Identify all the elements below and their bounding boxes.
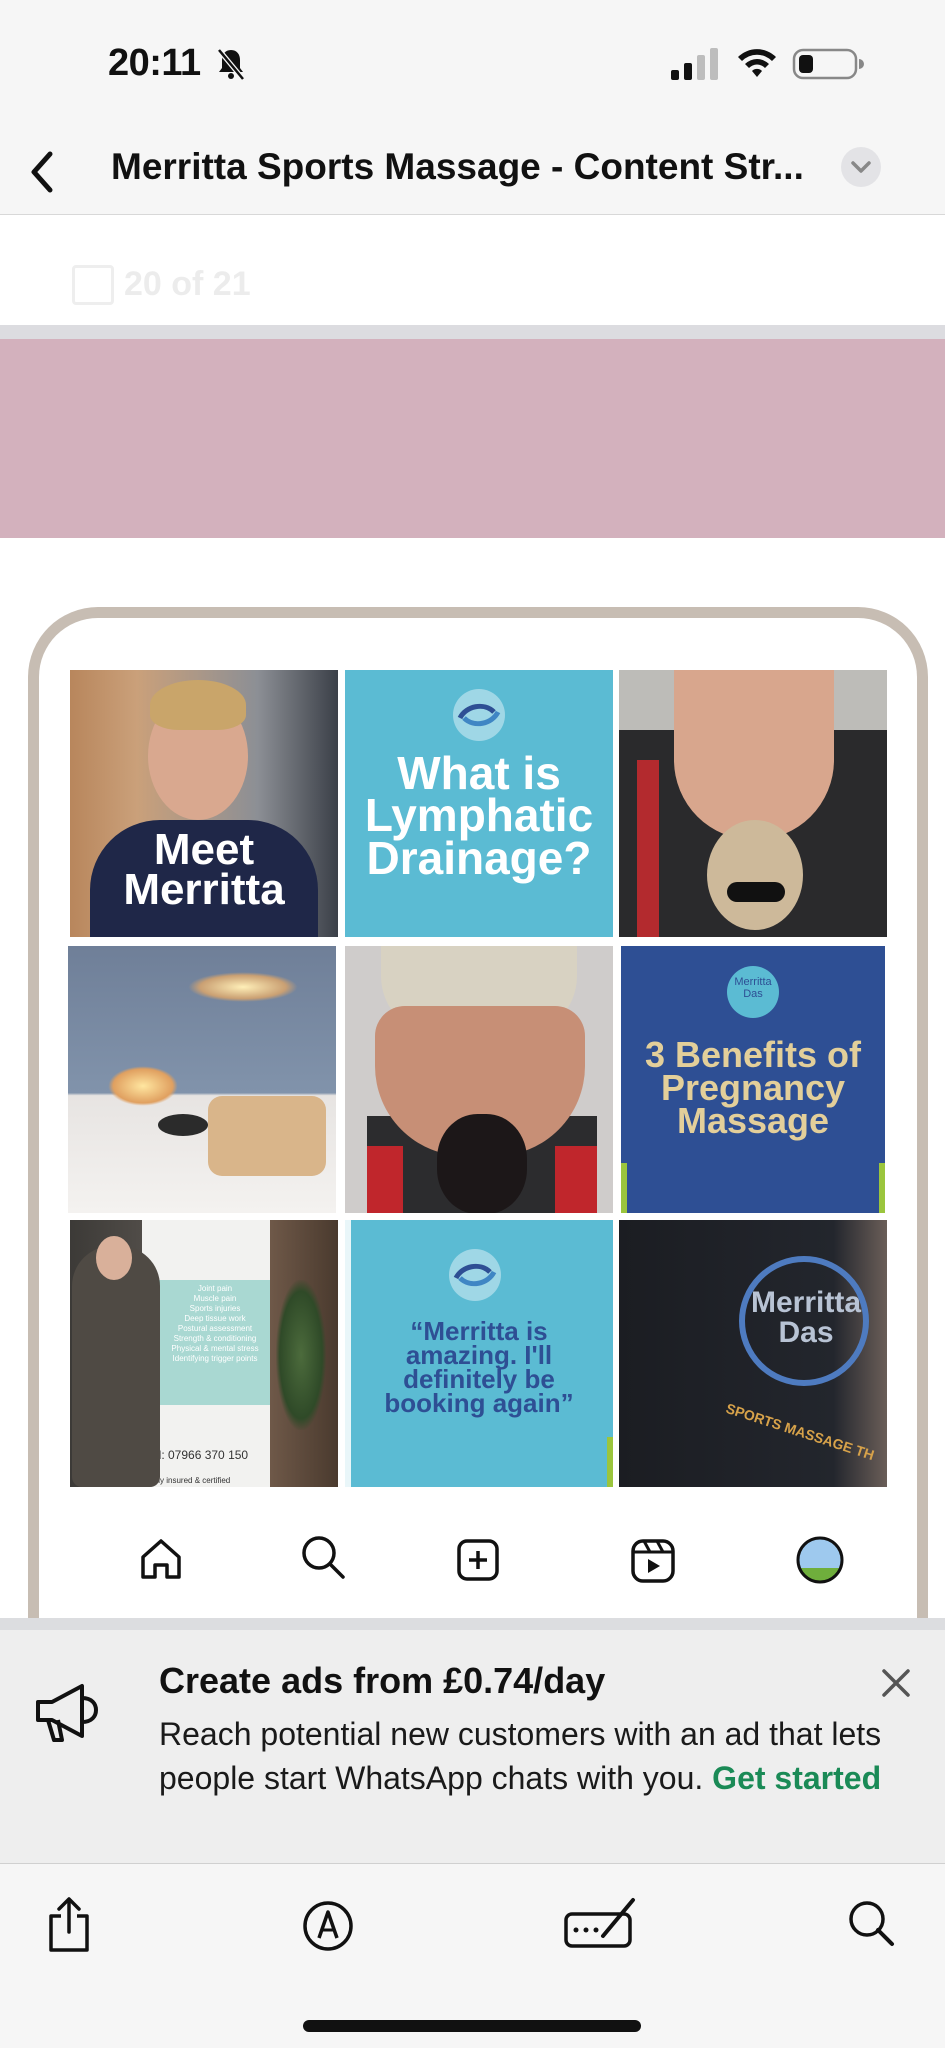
green-corner-right [879,1163,885,1213]
tile6-line3: Massage [676,1100,830,1142]
document-header: Merritta Sports Massage - Content Str... [0,130,945,215]
grid-tile-pregnancy-benefits[interactable]: Merritta Das 3 Benefits of Pregnancy Mas… [621,946,885,1213]
grid-tile-lymphatic[interactable]: What is Lymphatic Drainage? [345,670,613,937]
signal-icon [671,48,718,80]
poster-line: Sports injuries [189,1304,241,1313]
tile8-line4: booking again” [384,1387,574,1418]
person-figure [72,1246,160,1487]
hair-bun [707,820,803,930]
reels-icon[interactable] [630,1538,676,1584]
keyboard-pen-icon[interactable] [563,1894,637,1950]
chevron-down-icon[interactable] [840,146,882,188]
pink-banner [0,339,945,538]
person-hair [150,680,246,730]
poster-phone: el: 07966 370 150 [152,1448,249,1462]
table-red-left [367,1146,403,1213]
logo-line2: Das [743,988,763,1000]
tile1-line1: Meet [153,825,255,874]
candle-glow-2 [188,972,298,1002]
shirt-arc-text: SPORTS MASSAGE TH [724,1400,877,1464]
grid-tile-back-photo[interactable] [619,670,887,937]
bottom-toolbar [0,1864,945,2048]
bell-slash-icon [217,48,245,81]
poster-line: Strength & conditioning [173,1334,257,1343]
ad-body: Reach potential new customers with an ad… [159,1712,899,1800]
markup-icon[interactable] [302,1900,354,1952]
grid-tile-treatment-photo[interactable] [345,946,613,1213]
share-icon[interactable] [45,1896,93,1954]
scrunchie [727,882,785,902]
status-time: 20:11 [108,42,201,84]
ad-title: Create ads from £0.74/day [159,1660,606,1701]
poster-line: Postural assessment [177,1324,253,1333]
poster-lines: Joint pain Muscle pain Sports injuries D… [160,1284,270,1364]
close-icon[interactable] [878,1665,914,1701]
candle-glow [108,1066,178,1106]
ad-banner[interactable]: Create ads from £0.74/day Reach potentia… [0,1630,945,1864]
tile6-text: 3 Benefits of Pregnancy Massage [621,1036,885,1142]
tile2-line2: Lymphatic [364,789,594,842]
grid-tile-poster-photo[interactable]: Joint pain Muscle pain Sports injuries D… [70,1220,338,1487]
back-icon[interactable] [22,140,62,204]
brand-logo-icon [449,1249,501,1301]
plant [276,1280,326,1430]
shirt-logo-line2: Das [778,1316,834,1349]
stones [158,1114,208,1136]
home-indicator[interactable] [303,2020,641,2032]
shirt-logo-text: Merritta Das [747,1288,865,1348]
tile2-line3: Drainage? [366,831,592,884]
table-red-edge [637,760,659,937]
poster-line: Physical & mental stress [171,1344,259,1353]
tile1-text: Meet Merritta [70,825,338,915]
page-counter: 20 of 21 [124,265,251,303]
find-icon[interactable] [846,1898,896,1948]
green-corner [621,1163,627,1213]
wifi-icon [738,49,776,77]
poster-line: Deep tissue work [184,1314,246,1323]
status-bar: 20:11 [0,0,945,130]
brand-logo-icon: Merritta Das [727,966,779,1018]
search-icon[interactable] [298,1532,348,1582]
green-corner [607,1437,613,1487]
back-skin [674,670,834,840]
profile-avatar-icon[interactable] [795,1535,845,1585]
grid-tile-spa-room[interactable] [68,946,336,1213]
poster-footer: ully insured & certified [152,1476,231,1485]
poster-line: Joint pain [197,1284,233,1293]
home-icon[interactable] [137,1535,185,1583]
dark-hair [437,1114,527,1213]
megaphone-icon [36,1684,99,1742]
shirt-logo-line1: Merritta [750,1286,862,1319]
page-indicator: 20 of 21 [0,215,945,327]
grid-tile-testimonial[interactable]: “Merritta is amazing. I'll definitely be… [345,1220,613,1487]
get-started-link[interactable]: Get started [712,1760,881,1796]
towel-rolls [208,1096,326,1176]
logo-line1: Merritta [734,976,772,988]
ad-separator [0,1618,945,1630]
grid-tile-meet-merritta[interactable]: Meet Merritta [70,670,338,937]
tile1-line2: Merritta [123,865,285,915]
add-post-icon[interactable] [456,1538,500,1582]
battery-icon [792,48,864,80]
document-title[interactable]: Merritta Sports Massage - Content Str... [111,146,804,188]
grid-tile-branded-shirt[interactable]: Merritta Das SPORTS MASSAGE TH [619,1220,887,1487]
tile2-line1: What is [397,747,561,799]
poster-line: Muscle pain [193,1294,237,1303]
brand-logo-icon [453,689,505,741]
person-face [96,1236,132,1280]
divider [0,325,945,339]
poster-line: Identifying trigger points [172,1354,258,1363]
page-indicator-icon [72,265,114,305]
table-red-right [555,1146,597,1213]
tile2-text: What is Lymphatic Drainage? [345,747,613,884]
tile8-text: “Merritta is amazing. I'll definitely be… [345,1318,613,1418]
